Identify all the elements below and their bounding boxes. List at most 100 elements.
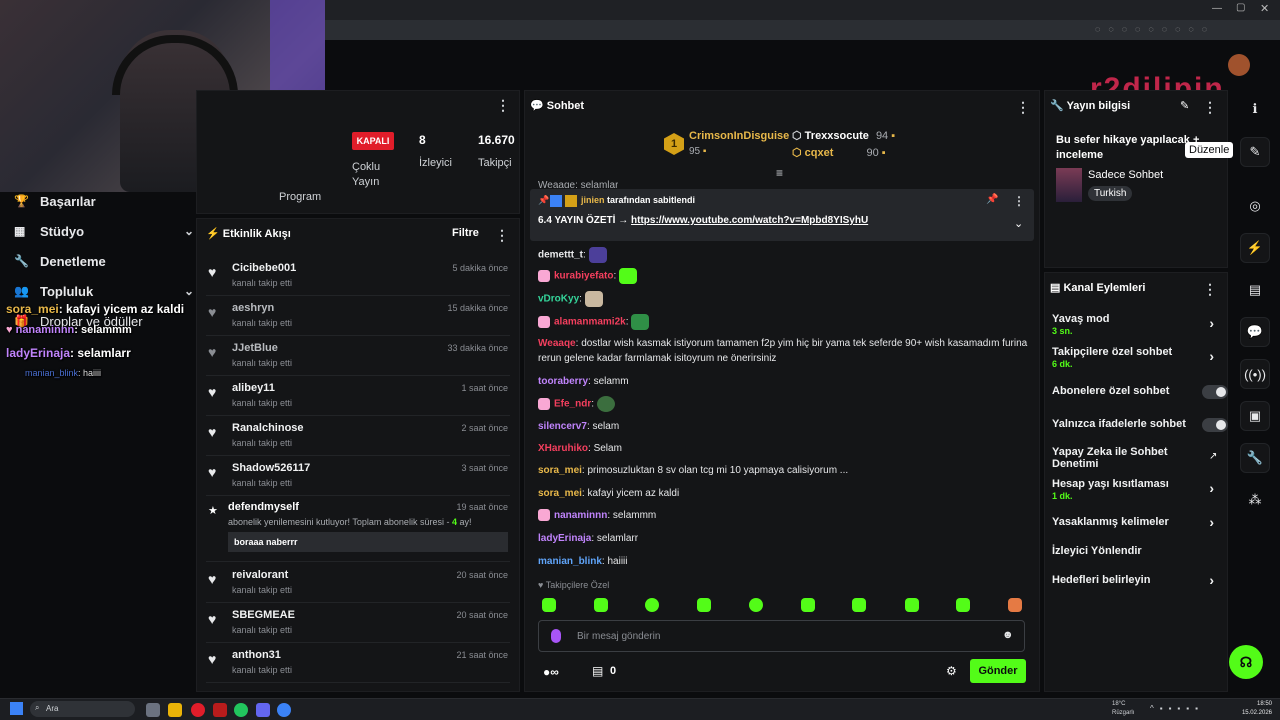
followers-only-row[interactable]: Takipçilere özel sohbet 6 dk. › bbox=[1052, 346, 1222, 374]
extension-icons[interactable]: ◌◌◌◌◌◌◌◌◌ bbox=[1095, 24, 1215, 34]
activity-user[interactable]: alibey11 bbox=[232, 382, 275, 394]
taskview-icon[interactable] bbox=[146, 703, 160, 717]
activity-user[interactable]: JJetBlue bbox=[232, 342, 278, 354]
broadcast-icon[interactable]: ((•)) bbox=[1240, 359, 1270, 389]
raid-row[interactable]: İzleyici Yönlendir bbox=[1052, 545, 1222, 561]
activity-user[interactable]: defendmyself bbox=[228, 501, 299, 513]
minimize-icon[interactable]: — bbox=[1212, 3, 1222, 14]
emote-icon[interactable] bbox=[905, 598, 919, 612]
pinned-menu-icon[interactable]: ⋮ bbox=[1012, 194, 1026, 208]
chat-username[interactable]: vDroKyy bbox=[538, 294, 579, 305]
activity-sub-event[interactable]: ★ defendmyself 19 saat önce abonelik yen… bbox=[206, 496, 510, 562]
activity-user[interactable]: Shadow526117 bbox=[232, 462, 310, 474]
weather-widget[interactable]: 18°C Rüzgarlı bbox=[1112, 700, 1134, 718]
chat-username[interactable]: sora_mei bbox=[538, 488, 582, 499]
chat-username[interactable]: nanaminnn bbox=[554, 510, 607, 521]
header-menu-icon[interactable]: ⋮ bbox=[496, 97, 510, 114]
activity-row[interactable]: ♥ reivalorant kanalı takip etti 20 saat … bbox=[206, 563, 510, 603]
browser-icon[interactable] bbox=[277, 703, 291, 717]
address-bar[interactable]: ◌◌◌◌◌◌◌◌◌ bbox=[325, 20, 1280, 40]
emote-icon[interactable] bbox=[749, 598, 763, 612]
emote-icon[interactable] bbox=[1008, 598, 1022, 612]
chat-username[interactable]: sora_mei bbox=[538, 465, 582, 476]
filter-button[interactable]: Filtre bbox=[452, 227, 479, 239]
leaderboard-first-name[interactable]: CrimsonInDisguise bbox=[689, 130, 789, 142]
notes-icon[interactable]: ▤ bbox=[1240, 275, 1270, 305]
activity-row[interactable]: ♥ anthon31 kanalı takip etti 21 saat önc… bbox=[206, 643, 510, 683]
sidebar-item-studio[interactable]: ▦ Stüdyo ⌄ bbox=[14, 220, 194, 242]
activity-row[interactable]: ♥ Cicibebe001 kanalı takip etti 5 dakika… bbox=[206, 256, 510, 296]
activity-user[interactable]: reivalorant bbox=[232, 569, 288, 581]
category-thumbnail[interactable] bbox=[1056, 168, 1082, 202]
layout-icon[interactable]: ▣ bbox=[1240, 401, 1270, 431]
chat-username[interactable]: ladyErinaja bbox=[538, 533, 591, 544]
sidebar-item-achievements[interactable]: 🏆 Başarılar bbox=[14, 190, 194, 212]
activity-menu-icon[interactable]: ⋮ bbox=[495, 227, 509, 244]
chat-menu-icon[interactable]: ⋮ bbox=[1016, 99, 1030, 116]
channel-actions-menu-icon[interactable]: ⋮ bbox=[1203, 281, 1217, 298]
emote-only-toggle[interactable] bbox=[1202, 418, 1228, 432]
taskbar-search[interactable]: ⌕ Ara bbox=[30, 701, 135, 717]
edit-stream-icon[interactable]: ✎ bbox=[1240, 137, 1270, 167]
chat-username[interactable]: tooraberry bbox=[538, 376, 588, 387]
store-icon[interactable]: ▤ bbox=[592, 664, 603, 678]
account-age-row[interactable]: Hesap yaşı kısıtlaması 1 dk. › bbox=[1052, 478, 1222, 506]
chat-input-box[interactable]: Bir mesaj gönderin ☻ bbox=[538, 620, 1025, 652]
send-button[interactable]: Gönder bbox=[970, 659, 1026, 683]
avatar[interactable] bbox=[1228, 54, 1250, 76]
info-icon[interactable]: ℹ bbox=[1240, 94, 1270, 124]
mic-icon[interactable] bbox=[551, 629, 561, 643]
emote-icon[interactable] bbox=[542, 598, 556, 612]
opera-icon[interactable] bbox=[191, 703, 205, 717]
multi-stream-label[interactable]: Çoklu Yayın bbox=[352, 160, 392, 190]
chat-username[interactable]: kurabiyefato bbox=[554, 271, 613, 282]
gear-icon[interactable]: ⚙ bbox=[946, 664, 957, 678]
activity-row[interactable]: ♥ Shadow526117 kanalı takip etti 3 saat … bbox=[206, 456, 510, 496]
edit-icon[interactable]: ✎ bbox=[1180, 99, 1189, 112]
points-icon[interactable]: ●∞ bbox=[543, 665, 559, 679]
spotify-icon[interactable] bbox=[234, 703, 248, 717]
ai-moderation-row[interactable]: Yapay Zeka ile Sohbet Denetimi bbox=[1052, 446, 1182, 474]
share-icon[interactable]: ⁂ bbox=[1240, 485, 1270, 515]
subscribers-only-toggle[interactable] bbox=[1202, 385, 1228, 399]
chat-username[interactable]: alamanmami2k bbox=[554, 317, 626, 328]
collapse-icon[interactable]: ≡ bbox=[776, 166, 783, 180]
discord-icon[interactable] bbox=[256, 703, 270, 717]
external-link-icon[interactable]: ↗ bbox=[1209, 451, 1217, 462]
activity-row[interactable]: ♥ SBEGMEAE kanalı takip etti 20 saat önc… bbox=[206, 603, 510, 643]
clock[interactable]: 18:50 15.02.2026 bbox=[1240, 700, 1272, 718]
activity-user[interactable]: SBEGMEAE bbox=[232, 609, 295, 621]
tray-icons[interactable]: ^▪▪▪▪▪ bbox=[1150, 704, 1204, 713]
slow-mode-row[interactable]: Yavaş mod 3 sn. › bbox=[1052, 313, 1222, 341]
emote-icon[interactable] bbox=[697, 598, 711, 612]
leaderboard-row[interactable]: ⬡ cqxet 90 ▪ bbox=[792, 146, 886, 159]
activity-row[interactable]: ♥ JJetBlue kanalı takip etti 33 dakika ö… bbox=[206, 336, 510, 376]
support-icon[interactable]: ☊ bbox=[1229, 645, 1263, 679]
app-icon[interactable] bbox=[213, 703, 227, 717]
emote-icon[interactable] bbox=[645, 598, 659, 612]
activity-user[interactable]: Cicibebe001 bbox=[232, 262, 296, 274]
emote-icon[interactable] bbox=[852, 598, 866, 612]
chat-username[interactable]: manian_blink bbox=[538, 556, 602, 567]
sidebar-item-moderation[interactable]: 🔧 Denetleme bbox=[14, 250, 194, 272]
emote-icon[interactable] bbox=[594, 598, 608, 612]
chat-username[interactable]: demettt_t bbox=[538, 250, 583, 261]
chat-username[interactable]: XHaruhiko bbox=[538, 443, 588, 454]
chat-username[interactable]: Efe_ndr bbox=[554, 399, 591, 410]
activity-row[interactable]: ♥ aeshryn kanalı takip etti 15 dakika ön… bbox=[206, 296, 510, 336]
maximize-icon[interactable]: ▢ bbox=[1236, 2, 1245, 13]
emoji-icon[interactable]: ☻ bbox=[1002, 629, 1014, 641]
pinned-message[interactable]: 📌 jinien tarafından sabitlendi 📌 ⋮ 6.4 Y… bbox=[530, 189, 1034, 241]
chat-username[interactable]: Weaaqe bbox=[538, 338, 576, 349]
unpin-icon[interactable]: 📌 bbox=[986, 194, 998, 205]
windows-start-icon[interactable] bbox=[10, 702, 23, 715]
banned-words-row[interactable]: Yasaklanmış kelimeler › bbox=[1052, 514, 1222, 532]
tools-icon[interactable]: 🔧 bbox=[1240, 443, 1270, 473]
close-icon[interactable]: ✕ bbox=[1260, 2, 1269, 15]
chat-username[interactable]: silencerv7 bbox=[538, 421, 587, 432]
camera-icon[interactable]: ◎ bbox=[1240, 191, 1270, 221]
folder-icon[interactable] bbox=[168, 703, 182, 717]
activity-user[interactable]: aeshryn bbox=[232, 302, 274, 314]
goals-row[interactable]: Hedefleri belirleyin › bbox=[1052, 572, 1222, 590]
leaderboard-row[interactable]: ⬡ Trexxsocute 94 ▪ bbox=[792, 129, 895, 142]
